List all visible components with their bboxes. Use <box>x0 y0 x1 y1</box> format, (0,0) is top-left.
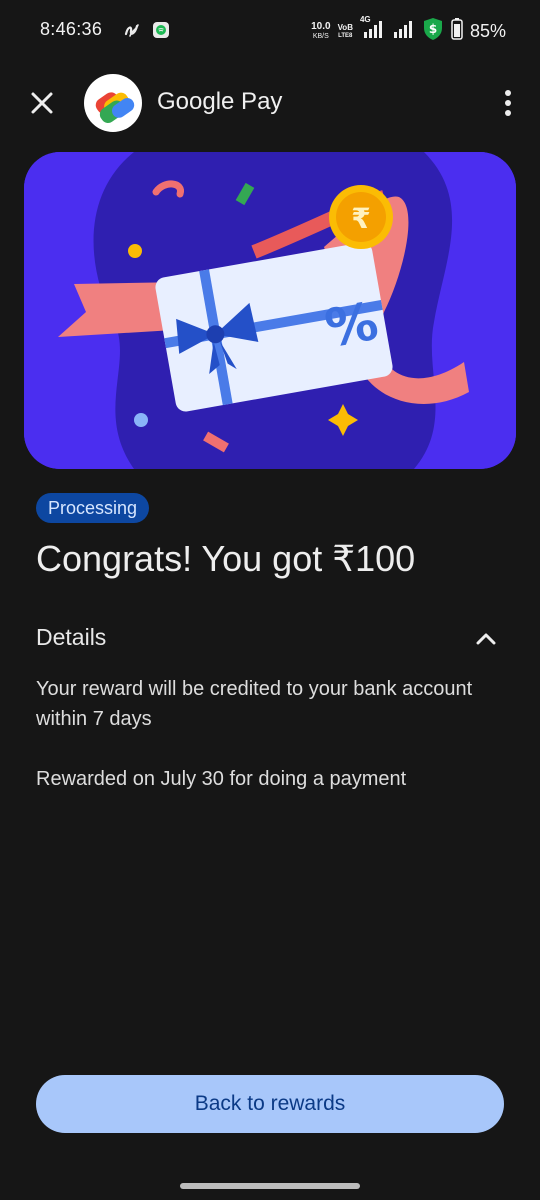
volte-indicator: VoB LTE8 <box>337 22 353 39</box>
signal-icon <box>393 19 415 44</box>
chevron-up-icon <box>476 633 496 645</box>
details-credit-info: Your reward will be credited to your ban… <box>36 678 473 730</box>
reward-headline: Congrats! You got ₹100 <box>36 538 416 579</box>
net-speed-indicator: 10.0 KB/S <box>311 20 331 40</box>
signal-4g-icon: 4G <box>360 15 386 44</box>
svg-text:$: $ <box>429 22 437 36</box>
battery-icon <box>451 18 463 45</box>
status-bar: 8:46:36 10.0 KB/S VoB LTE8 4G $ 85% <box>0 0 540 62</box>
swirl-app-icon <box>122 20 142 45</box>
close-icon <box>31 92 53 114</box>
more-options-button[interactable] <box>502 88 514 118</box>
google-pay-logo <box>84 74 142 132</box>
status-time: 8:46:36 <box>40 19 103 39</box>
app-bar: Google Pay <box>0 70 540 136</box>
card-percent-symbol: % <box>321 292 383 360</box>
status-right-icons: 10.0 KB/S VoB LTE8 4G $ 85% <box>311 15 506 46</box>
close-button[interactable] <box>26 87 58 119</box>
status-badge: Processing <box>36 493 150 523</box>
chat-app-icon <box>152 21 170 44</box>
details-reward-date: Rewarded on July 30 for doing a payment <box>36 768 407 790</box>
app-title: Google Pay <box>157 88 283 115</box>
reward-illustration: % ₹ <box>24 152 516 469</box>
security-shield-icon: $ <box>422 17 444 46</box>
details-toggle[interactable]: Details <box>36 620 504 656</box>
more-vert-icon <box>505 90 511 116</box>
status-notification-icons <box>122 20 170 45</box>
back-to-rewards-button[interactable]: Back to rewards <box>36 1075 504 1133</box>
coin-rupee-symbol: ₹ <box>351 202 370 235</box>
details-title: Details <box>36 624 107 650</box>
battery-percent: 85% <box>469 21 506 41</box>
home-indicator[interactable] <box>180 1183 360 1189</box>
